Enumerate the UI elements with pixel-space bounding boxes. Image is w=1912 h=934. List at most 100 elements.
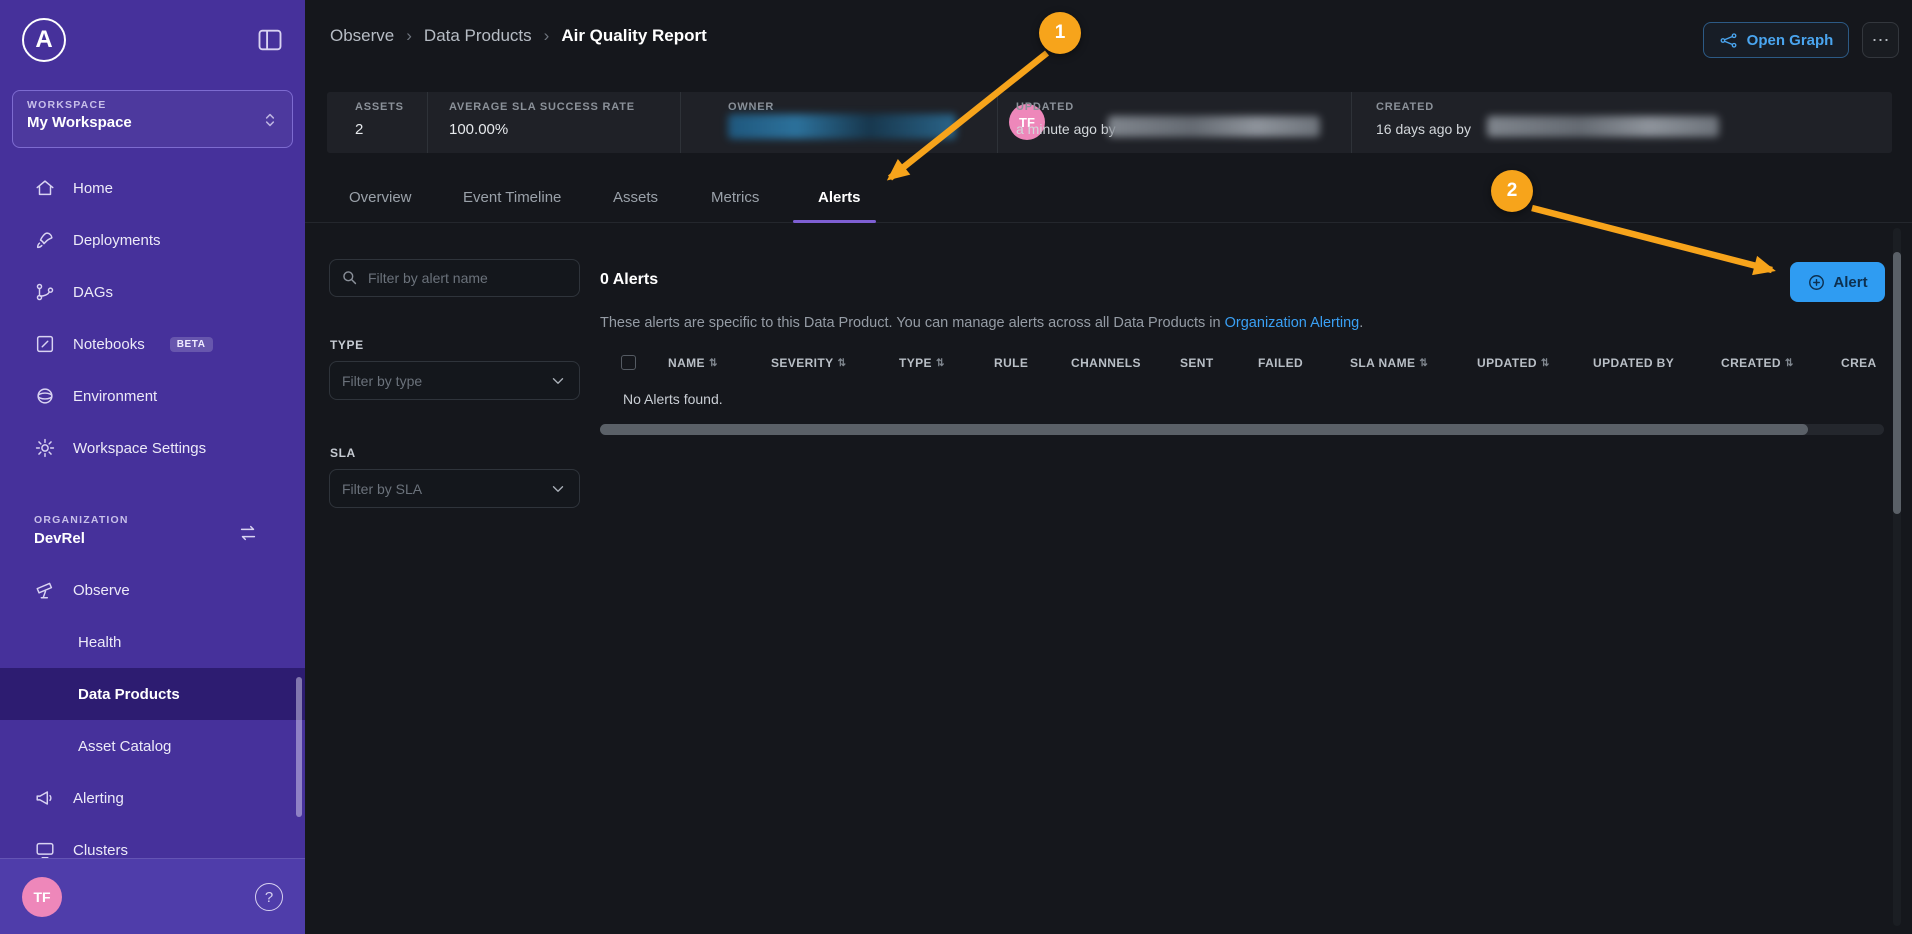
breadcrumb-separator-icon: ›	[406, 26, 412, 46]
sidebar-item-label: Data Products	[78, 686, 180, 703]
column-label: UPDATED BY	[1593, 356, 1674, 370]
sort-icon: ⇅	[1785, 358, 1794, 369]
sidebar-collapse-icon[interactable]	[255, 26, 285, 54]
organization-nav: Observe Health Data Products Asset Catal…	[0, 564, 305, 876]
sidebar-header: A	[0, 0, 305, 80]
sidebar-item-alerting[interactable]: Alerting	[0, 772, 305, 824]
user-avatar[interactable]: TF	[22, 877, 62, 917]
column-label: SENT	[1180, 356, 1214, 370]
vertical-scrollbar-thumb[interactable]	[1893, 252, 1901, 514]
assets-stat-label: ASSETS	[355, 101, 404, 113]
column-header-type[interactable]: TYPE ⇅	[899, 356, 945, 370]
sla-filter-dropdown[interactable]: Filter by SLA	[329, 469, 580, 508]
horizontal-scrollbar-thumb[interactable]	[600, 424, 1808, 435]
column-header-created[interactable]: CREATED ⇅	[1721, 356, 1794, 370]
tab-alerts[interactable]: Alerts	[818, 189, 861, 206]
sidebar-item-label: DAGs	[73, 284, 113, 301]
open-graph-button[interactable]: Open Graph	[1703, 22, 1849, 58]
organization-alerting-link[interactable]: Organization Alerting	[1225, 315, 1360, 331]
sla-stat-label: AVERAGE SLA SUCCESS RATE	[449, 101, 635, 113]
column-header-failed[interactable]: FAILED	[1258, 356, 1303, 370]
sidebar-item-label: Environment	[73, 388, 157, 405]
divider	[997, 92, 998, 153]
sidebar-item-observe[interactable]: Observe	[0, 564, 305, 616]
environment-icon	[34, 385, 56, 407]
plus-circle-icon	[1807, 273, 1826, 292]
sidebar: A WORKSPACE My Workspace Home Deployment…	[0, 0, 305, 934]
column-header-rule[interactable]: RULE	[994, 356, 1028, 370]
divider	[1351, 92, 1352, 153]
sidebar-scrollbar[interactable]	[296, 677, 302, 817]
more-options-button[interactable]: ⋯	[1862, 22, 1899, 58]
sidebar-item-label: Observe	[73, 582, 130, 599]
sidebar-item-environment[interactable]: Environment	[0, 370, 305, 422]
column-label: SEVERITY	[771, 356, 834, 370]
owner-stat-label: OWNER	[728, 101, 774, 113]
created-stat-value: 16 days ago by	[1376, 121, 1471, 137]
column-header-updated[interactable]: UPDATED ⇅	[1477, 356, 1550, 370]
tab-overview[interactable]: Overview	[349, 189, 412, 206]
app-logo-letter: A	[35, 26, 52, 54]
sidebar-item-label: Deployments	[73, 232, 161, 249]
workspace-label: WORKSPACE	[27, 99, 278, 111]
column-label: UPDATED	[1477, 356, 1537, 370]
alerts-count-title: 0 Alerts	[600, 271, 658, 289]
ellipsis-icon: ⋯	[1872, 30, 1890, 51]
sidebar-item-workspace-settings[interactable]: Workspace Settings	[0, 422, 305, 474]
column-header-sent[interactable]: SENT	[1180, 356, 1214, 370]
assets-stat-value: 2	[355, 121, 363, 138]
column-label: CREATED	[1721, 356, 1781, 370]
tab-event-timeline[interactable]: Event Timeline	[463, 189, 561, 206]
column-header-name[interactable]: NAME ⇅	[668, 356, 718, 370]
horizontal-scrollbar-track[interactable]	[600, 424, 1884, 435]
workspace-nav: Home Deployments DAGs Notebooks BETA Env…	[0, 162, 305, 474]
help-glyph: ?	[265, 889, 273, 906]
sidebar-item-health[interactable]: Health	[0, 616, 305, 668]
alerts-description: These alerts are specific to this Data P…	[600, 315, 1363, 331]
sidebar-item-data-products[interactable]: Data Products	[0, 668, 305, 720]
type-filter-label: TYPE	[330, 338, 364, 352]
breadcrumb-data-products[interactable]: Data Products	[424, 26, 532, 46]
workspace-name: My Workspace	[27, 114, 278, 131]
updated-stat-label: UPDATED	[1016, 101, 1074, 113]
sort-icon: ⇅	[709, 358, 718, 369]
breadcrumb-observe[interactable]: Observe	[330, 26, 394, 46]
divider	[427, 92, 428, 153]
add-alert-label: Alert	[1833, 274, 1867, 291]
column-header-created-by-truncated[interactable]: CREA	[1841, 356, 1877, 370]
sidebar-item-label: Health	[78, 634, 121, 651]
divider	[680, 92, 681, 153]
column-header-sla-name[interactable]: SLA NAME ⇅	[1350, 356, 1428, 370]
column-label: NAME	[668, 356, 705, 370]
alerts-description-text: These alerts are specific to this Data P…	[600, 315, 1221, 331]
column-header-channels[interactable]: CHANNELS	[1071, 356, 1141, 370]
sidebar-item-home[interactable]: Home	[0, 162, 305, 214]
dag-branch-icon	[34, 281, 56, 303]
help-icon[interactable]: ?	[255, 883, 283, 911]
sla-filter-label: SLA	[330, 446, 356, 460]
sidebar-item-notebooks[interactable]: Notebooks BETA	[0, 318, 305, 370]
column-label: FAILED	[1258, 356, 1303, 370]
annotation-step-1: 1	[1039, 12, 1081, 54]
tab-bar: Overview Event Timeline Assets Metrics A…	[305, 183, 1912, 223]
column-header-severity[interactable]: SEVERITY ⇅	[771, 356, 846, 370]
add-alert-button[interactable]: Alert	[1790, 262, 1885, 302]
stats-band: ASSETS 2 AVERAGE SLA SUCCESS RATE 100.00…	[327, 92, 1892, 153]
app-logo[interactable]: A	[22, 18, 66, 62]
owner-redacted-value	[728, 114, 956, 139]
sort-icon: ⇅	[838, 358, 847, 369]
sidebar-item-label: Alerting	[73, 790, 124, 807]
tab-assets[interactable]: Assets	[613, 189, 658, 206]
sidebar-item-asset-catalog[interactable]: Asset Catalog	[0, 720, 305, 772]
workspace-selector[interactable]: WORKSPACE My Workspace	[12, 90, 293, 148]
sidebar-item-deployments[interactable]: Deployments	[0, 214, 305, 266]
alert-search-input[interactable]	[329, 259, 580, 297]
column-header-updated-by[interactable]: UPDATED BY	[1593, 356, 1674, 370]
breadcrumb-current-page: Air Quality Report	[561, 26, 706, 46]
tab-metrics[interactable]: Metrics	[711, 189, 759, 206]
sidebar-item-dags[interactable]: DAGs	[0, 266, 305, 318]
vertical-scrollbar-track[interactable]	[1893, 228, 1901, 926]
alert-search	[329, 259, 580, 297]
sidebar-item-label: Clusters	[73, 842, 128, 859]
switch-organization-icon[interactable]	[236, 522, 260, 544]
